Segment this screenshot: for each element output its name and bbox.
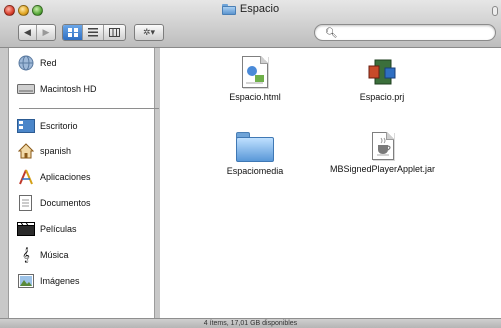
sidebar-item-red[interactable]: Red bbox=[17, 52, 152, 74]
gear-icon: ✲▾ bbox=[142, 27, 156, 37]
window-title-area: Espacio bbox=[0, 3, 501, 18]
search-field[interactable]: 🔍︎ bbox=[314, 24, 496, 41]
file-item-mbsignedplayerapplet-jar[interactable]: MBSignedPlayerApplet.jar bbox=[300, 132, 465, 174]
title-bar: Espacio ◀ ▶ ✲▾ 🔍︎ bbox=[0, 0, 501, 48]
sidebar-divider bbox=[19, 108, 159, 109]
movies-icon bbox=[17, 220, 35, 238]
music-icon: 𝄞 bbox=[22, 247, 30, 263]
sidebar-item-documentos[interactable]: Documentos bbox=[17, 192, 152, 214]
icon-view-button[interactable] bbox=[63, 25, 84, 40]
applications-icon bbox=[17, 168, 35, 186]
window-title: Espacio bbox=[239, 3, 280, 15]
sidebar-item-label: Red bbox=[40, 58, 57, 68]
column-view-button[interactable] bbox=[104, 25, 125, 40]
forward-button[interactable]: ▶ bbox=[37, 25, 55, 40]
sidebar-item-peliculas[interactable]: Películas bbox=[17, 218, 152, 240]
file-label: Espacio.html bbox=[229, 92, 281, 102]
file-label: MBSignedPlayerApplet.jar bbox=[329, 164, 436, 174]
file-item-espacio-html[interactable]: Espacio.html bbox=[190, 56, 320, 102]
file-item-espacio-prj[interactable]: Espacio.prj bbox=[317, 56, 447, 102]
folder-icon bbox=[236, 132, 274, 162]
back-arrow-icon: ◀ bbox=[24, 27, 31, 37]
sidebar-item-label: Películas bbox=[40, 224, 77, 234]
list-view-icon bbox=[88, 28, 99, 37]
action-menu-button[interactable]: ✲▾ bbox=[134, 24, 164, 41]
sidebar-item-label: Imágenes bbox=[40, 276, 80, 286]
finder-window: Espacio ◀ ▶ ✲▾ 🔍︎ Red Macintosh HD Escri… bbox=[0, 0, 501, 328]
home-icon bbox=[17, 142, 35, 160]
back-button[interactable]: ◀ bbox=[19, 25, 38, 40]
documents-icon bbox=[17, 194, 35, 212]
view-switcher bbox=[62, 24, 126, 41]
pictures-icon bbox=[17, 272, 35, 290]
sidebar-item-aplicaciones[interactable]: Aplicaciones bbox=[17, 166, 152, 188]
toolbar-toggle-button[interactable] bbox=[492, 6, 498, 16]
sidebar-item-label: Música bbox=[40, 250, 69, 260]
html-document-icon bbox=[242, 56, 268, 88]
list-view-button[interactable] bbox=[83, 25, 104, 40]
sidebar-item-escritorio[interactable]: Escritorio bbox=[17, 115, 152, 137]
globe-icon bbox=[17, 54, 35, 72]
sidebar-item-macintosh-hd[interactable]: Macintosh HD bbox=[17, 78, 152, 100]
folder-icon bbox=[221, 3, 236, 15]
sidebar-item-musica[interactable]: 𝄞 Música bbox=[17, 244, 152, 266]
hard-drive-icon bbox=[17, 80, 35, 98]
sidebar-item-spanish[interactable]: spanish bbox=[17, 140, 152, 162]
sidebar-item-imagenes[interactable]: Imágenes bbox=[17, 270, 152, 292]
file-label: Espacio.prj bbox=[359, 92, 405, 102]
status-bar: 4 ítems, 17,01 GB disponibles bbox=[0, 318, 501, 328]
sidebar-item-label: spanish bbox=[40, 146, 72, 156]
search-icon: 🔍︎ bbox=[325, 28, 338, 39]
sidebar: Red Macintosh HD Escritorio spanish Apli… bbox=[8, 48, 159, 318]
back-forward-control: ◀ ▶ bbox=[18, 24, 56, 41]
status-text: 4 ítems, 17,01 GB disponibles bbox=[203, 320, 298, 327]
desktop-icon bbox=[17, 117, 35, 135]
sidebar-item-label: Escritorio bbox=[40, 121, 78, 131]
sidebar-item-label: Aplicaciones bbox=[40, 172, 91, 182]
icon-view-icon bbox=[67, 28, 78, 37]
column-view-icon bbox=[108, 28, 120, 37]
forward-arrow-icon: ▶ bbox=[42, 27, 50, 37]
sidebar-item-label: Macintosh HD bbox=[40, 84, 97, 94]
jar-file-icon bbox=[371, 132, 394, 160]
file-browser-area: Espacio.html Espacio.prj Espaciomedia MB… bbox=[160, 48, 501, 318]
project-file-icon bbox=[367, 56, 397, 88]
sidebar-item-label: Documentos bbox=[40, 198, 91, 208]
